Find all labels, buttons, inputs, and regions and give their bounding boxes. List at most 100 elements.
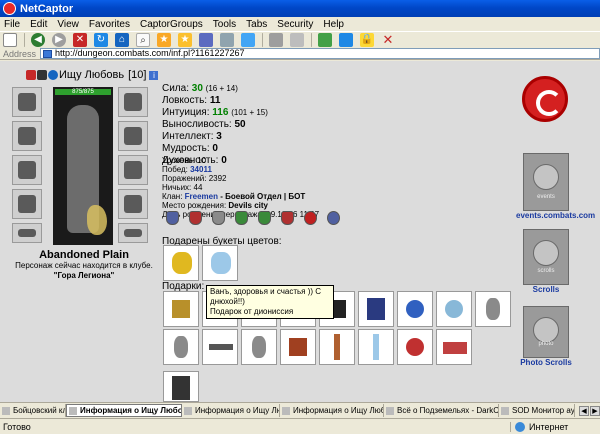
- achievement-icon[interactable]: [166, 211, 179, 225]
- scrolls-banner[interactable]: scrolls Scrolls: [516, 229, 576, 294]
- slot-leggings[interactable]: [118, 189, 148, 219]
- gift-icon: [289, 338, 307, 356]
- stat-intellect: Интеллект: 3: [162, 131, 268, 143]
- menu-favorites[interactable]: Favorites: [89, 19, 130, 30]
- gift-item[interactable]: [436, 291, 472, 327]
- cascade-icon[interactable]: [339, 33, 353, 47]
- lock-icon[interactable]: 🔒: [360, 33, 374, 47]
- menu-edit[interactable]: Edit: [30, 19, 47, 30]
- stop-icon[interactable]: ✕: [73, 33, 87, 47]
- info-wins-value: 34011: [190, 165, 212, 174]
- back-icon[interactable]: ◀: [31, 33, 45, 47]
- gift-item[interactable]: [358, 329, 394, 365]
- menu-tools[interactable]: Tools: [213, 19, 236, 30]
- gift-item[interactable]: [358, 291, 394, 327]
- photo-scrolls-link[interactable]: Photo Scrolls: [516, 358, 576, 367]
- info-icon[interactable]: i: [149, 70, 159, 80]
- events-link[interactable]: events.combats.com: [516, 211, 595, 220]
- aggressor-icon: [26, 70, 36, 80]
- slot-earrings[interactable]: [12, 121, 42, 151]
- tabs-view-icon[interactable]: [199, 33, 213, 47]
- security-zone: Интернет: [510, 421, 600, 432]
- gift-item[interactable]: [475, 291, 511, 327]
- stat-strength: Сила: 30 (16 + 14): [162, 83, 268, 95]
- achievement-icon[interactable]: [281, 211, 294, 225]
- stat-value: 3: [216, 131, 222, 142]
- status-bar: Готово Интернет: [0, 418, 600, 434]
- gift-item[interactable]: [397, 291, 433, 327]
- tab-scroll-right-icon[interactable]: ▶: [590, 405, 600, 416]
- groups-icon[interactable]: [220, 33, 234, 47]
- gift-item[interactable]: [241, 329, 277, 365]
- tab-item[interactable]: Информация о Ищу Любовь: [280, 404, 384, 417]
- print-icon[interactable]: [269, 33, 283, 47]
- tab-item[interactable]: Бойцовский клуб: [0, 404, 66, 417]
- favorites-star-icon[interactable]: ★: [157, 33, 171, 47]
- slot-shield[interactable]: [118, 155, 148, 185]
- history-icon[interactable]: [241, 33, 255, 47]
- gift-item[interactable]: [163, 371, 199, 402]
- achievement-icon[interactable]: [189, 211, 202, 225]
- gift-icon: [334, 334, 340, 360]
- menu-tabs[interactable]: Tabs: [246, 19, 267, 30]
- gift-item[interactable]: [163, 291, 199, 327]
- menu-view[interactable]: View: [57, 19, 79, 30]
- achievement-icon[interactable]: [304, 211, 317, 225]
- slot-boots[interactable]: [118, 223, 148, 243]
- slot-helmet[interactable]: [12, 87, 42, 117]
- achievement-icon[interactable]: [258, 211, 271, 225]
- search-icon[interactable]: ⌕: [136, 33, 150, 47]
- tile-icon[interactable]: [318, 33, 332, 47]
- character-name: Ищу Любовь: [59, 69, 125, 81]
- achievement-icon[interactable]: [212, 211, 225, 225]
- app-icon: [3, 2, 16, 15]
- slot-gloves[interactable]: [118, 121, 148, 151]
- tab-scroll-left-icon[interactable]: ◀: [579, 405, 589, 416]
- tab-item[interactable]: SOD Монитор аукцио: [499, 404, 575, 417]
- bouquet-icon: [172, 252, 192, 274]
- info-draws: Ничьих: 44: [162, 183, 203, 192]
- achievement-icon[interactable]: [327, 211, 340, 225]
- menu-captorgroups[interactable]: CaptorGroups: [140, 19, 203, 30]
- add-favorite-icon[interactable]: ★: [178, 33, 192, 47]
- forward-icon[interactable]: ▶: [52, 33, 66, 47]
- flower-bouquet[interactable]: [163, 245, 199, 281]
- mail-icon[interactable]: [290, 33, 304, 47]
- gift-item[interactable]: [436, 329, 472, 365]
- home-icon[interactable]: ⌂: [115, 33, 129, 47]
- address-input[interactable]: http://dungeon.combats.com/inf.pl?116122…: [40, 48, 600, 59]
- achievement-icon[interactable]: [235, 211, 248, 225]
- clan-icon[interactable]: [48, 70, 58, 80]
- flower-bouquet[interactable]: [202, 245, 238, 281]
- gift-item[interactable]: [202, 329, 238, 365]
- photo-scrolls-banner[interactable]: photo Photo Scrolls: [516, 306, 576, 367]
- events-banner[interactable]: events events.combats.com: [516, 153, 595, 220]
- tabs-bar: Бойцовский клуб Информация о Ищу Любовь …: [0, 402, 600, 418]
- scrolls-link[interactable]: Scrolls: [516, 285, 576, 294]
- tab-close-icon[interactable]: [69, 406, 77, 415]
- gift-item[interactable]: [319, 329, 355, 365]
- toolbar: ◀ ▶ ✕ ↻ ⌂ ⌕ ★ ★ 🔒 ✕: [0, 31, 600, 48]
- close-tab-icon[interactable]: ✕: [381, 33, 395, 47]
- tab-item[interactable]: Информация о Ищу Любовь: [182, 404, 280, 417]
- window-titlebar: NetCaptor: [0, 0, 600, 17]
- gift-item[interactable]: [397, 329, 433, 365]
- refresh-icon[interactable]: ↻: [94, 33, 108, 47]
- clan-link[interactable]: Freemen: [185, 192, 218, 201]
- tab-item-active[interactable]: Информация о Ищу Любовь: [66, 404, 182, 417]
- menu-help[interactable]: Help: [323, 19, 344, 30]
- info-birthplace: Место рождения: Devils city: [162, 201, 319, 210]
- new-page-icon[interactable]: [3, 33, 17, 47]
- slot-weapon[interactable]: [12, 155, 42, 185]
- gift-item[interactable]: [280, 329, 316, 365]
- slot-belt[interactable]: [12, 223, 42, 243]
- menu-bar: File Edit View Favorites CaptorGroups To…: [0, 17, 600, 31]
- gift-item[interactable]: [163, 329, 199, 365]
- combats-logo[interactable]: [522, 76, 568, 122]
- tab-item[interactable]: Всё о Подземельях - DarkClan.Ru: [384, 404, 499, 417]
- slot-rings[interactable]: [118, 87, 148, 117]
- slot-armor[interactable]: [12, 189, 42, 219]
- menu-security[interactable]: Security: [277, 19, 313, 30]
- location-block: Abandoned Plain Персонаж сейчас находитс…: [12, 249, 156, 280]
- menu-file[interactable]: File: [4, 19, 20, 30]
